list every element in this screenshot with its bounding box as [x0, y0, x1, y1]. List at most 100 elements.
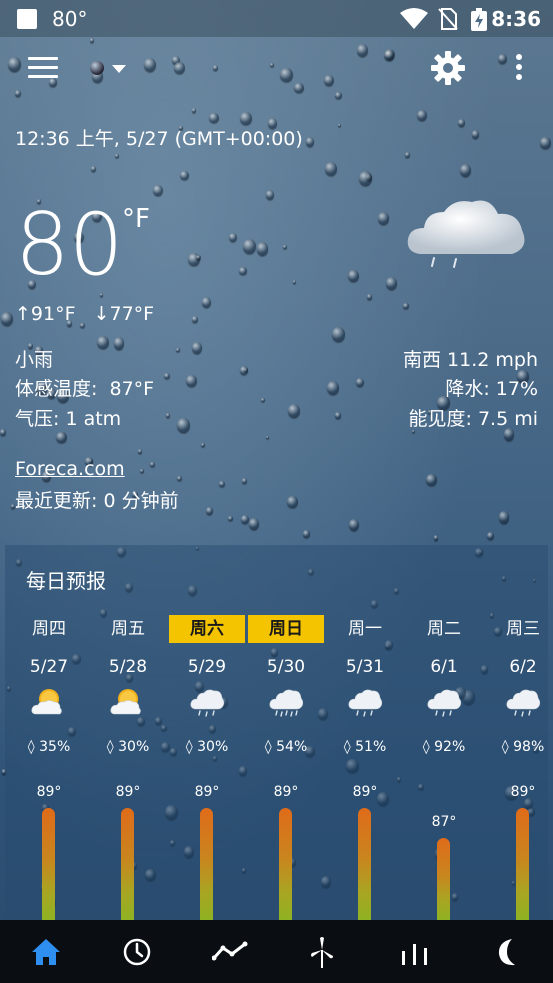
low-temp-group: ↓77°F: [94, 303, 155, 325]
forecast-day-precip: ◊ 35%: [11, 739, 87, 755]
trend-icon[interactable]: [212, 934, 248, 970]
forecast-title: 每日预报: [26, 569, 106, 593]
forecast-day-name: 周三: [506, 619, 540, 639]
pressure: 气压: 1 atm: [15, 408, 122, 430]
forecast-day-precip: ◊ 54%: [248, 739, 324, 755]
forecast-day-name: 周六: [169, 615, 245, 643]
clock-icon[interactable]: [119, 934, 155, 970]
forecast-temp-bar: [279, 808, 292, 920]
forecast-day-date: 6/1: [430, 657, 458, 677]
forecast-temp-bar: [437, 838, 450, 920]
raindrop-icon: ◊: [264, 739, 272, 755]
arrow-down-icon: ↓: [93, 303, 110, 325]
chevron-down-icon[interactable]: [112, 65, 126, 73]
forecast-day[interactable]: 周五 5/28 ◊ 30% 89°: [90, 615, 166, 920]
menu-icon[interactable]: [28, 57, 58, 79]
feels-like-value: 87°F: [109, 378, 155, 400]
forecast-temp-bar: [516, 808, 529, 920]
forecast-day-name: 周一: [348, 619, 382, 639]
precipitation: 降水: 17%: [445, 378, 538, 400]
forecast-day[interactable]: 周四 5/27 ◊ 35% 89°: [11, 615, 87, 920]
status-bar: 80° 8:36: [0, 0, 553, 37]
observation-datetime: 12:36 上午, 5/27 (GMT+00:00): [15, 128, 303, 150]
partly-cloudy-sun-icon: [31, 687, 67, 717]
no-sim-icon: [438, 8, 458, 30]
current-temperature: 80: [15, 195, 123, 295]
home-icon[interactable]: [28, 934, 64, 970]
feels-like: 体感温度: 87°F: [15, 374, 154, 401]
wifi-icon: [400, 8, 428, 29]
forecast-day-precip-value: 92%: [434, 739, 466, 755]
raindrop-icon: ◊: [185, 739, 193, 755]
forecast-day-precip: ◊ 92%: [406, 739, 482, 755]
location-indicator[interactable]: [90, 61, 104, 75]
cloud-light-rain-icon: [189, 687, 225, 717]
forecast-day-name: 周四: [32, 619, 66, 639]
cloud-light-rain-icon: [347, 687, 383, 717]
high-temp-group: ↑91°F: [15, 303, 76, 325]
feels-like-label: 体感温度:: [15, 378, 98, 400]
forecast-day-high: 89°: [36, 784, 62, 800]
more-options-icon[interactable]: [514, 54, 524, 84]
last-updated: 最近更新: 0 分钟前: [15, 490, 179, 512]
forecast-day-high: 89°: [194, 784, 220, 800]
moon-icon[interactable]: [490, 934, 526, 970]
forecast-day-precip-value: 98%: [513, 739, 545, 755]
battery-charging-icon: [471, 8, 487, 31]
high-temp: 91°F: [30, 303, 76, 325]
source-link[interactable]: Foreca.com: [15, 458, 125, 480]
raindrop-icon: ◊: [27, 739, 35, 755]
forecast-day-name: 周日: [248, 615, 324, 643]
cloud-light-rain-icon: [505, 687, 541, 717]
forecast-temp-bar: [121, 808, 134, 920]
raindrop-icon: ◊: [343, 739, 351, 755]
raindrop-icon: ◊: [422, 739, 430, 755]
forecast-day[interactable]: 周日 5/30 ◊ 54% 89°: [248, 615, 324, 920]
forecast-day-high: 89°: [273, 784, 299, 800]
forecast-day-date: 5/30: [266, 657, 306, 677]
cloud-light-rain-icon: [426, 687, 462, 717]
cloud-light-rain-icon: [407, 200, 525, 268]
wind-turbine-icon[interactable]: [304, 934, 340, 970]
forecast-day[interactable]: 周三 6/2 ◊ 98% 89°: [485, 615, 553, 920]
forecast-days: 周四 5/27 ◊ 35% 89° 周五 5/28 ◊ 30% 89° 周六 5/29 ◊ 30% 8…: [0, 615, 553, 920]
status-temp: 80°: [52, 7, 88, 31]
forecast-day-date: 6/2: [509, 657, 537, 677]
raindrop-icon: ◊: [501, 739, 509, 755]
status-time: 8:36: [491, 7, 541, 31]
forecast-day-name: 周五: [111, 619, 145, 639]
forecast-day-high: 89°: [352, 784, 378, 800]
low-temp: 77°F: [109, 303, 155, 325]
notification-icon: [17, 9, 37, 29]
temperature-unit: °F: [122, 204, 150, 234]
bottom-navigation: [0, 920, 553, 983]
gear-icon[interactable]: [431, 51, 465, 85]
bar-chart-icon[interactable]: [397, 934, 433, 970]
visibility: 能见度: 7.5 mi: [408, 408, 538, 430]
forecast-day[interactable]: 周一 5/31 ◊ 51% 89°: [327, 615, 403, 920]
forecast-day-date: 5/27: [29, 657, 69, 677]
forecast-day-precip-value: 30%: [118, 739, 150, 755]
arrow-up-icon: ↑: [15, 303, 31, 325]
forecast-day-precip: ◊ 30%: [90, 739, 166, 755]
forecast-day[interactable]: 周二 6/1 ◊ 92% 87°: [406, 615, 482, 920]
forecast-day-precip-value: 51%: [355, 739, 387, 755]
forecast-day-name: 周二: [427, 619, 461, 639]
forecast-day-date: 5/29: [187, 657, 227, 677]
toolbar: [0, 37, 553, 99]
forecast-day-precip: ◊ 30%: [169, 739, 245, 755]
forecast-day-precip-value: 54%: [276, 739, 308, 755]
forecast-day-precip-value: 35%: [39, 739, 71, 755]
forecast-day-date: 5/28: [108, 657, 148, 677]
forecast-day-precip: ◊ 98%: [485, 739, 553, 755]
forecast-day-high: 87°: [431, 814, 457, 830]
forecast-temp-bar: [42, 808, 55, 920]
forecast-temp-bar: [358, 808, 371, 920]
forecast-day-date: 5/31: [345, 657, 385, 677]
wind: 南西 11.2 mph: [403, 349, 538, 371]
partly-cloudy-sun-icon: [110, 687, 146, 717]
forecast-day-high: 89°: [115, 784, 141, 800]
forecast-day[interactable]: 周六 5/29 ◊ 30% 89°: [169, 615, 245, 920]
cloud-rain-icon: [268, 687, 304, 717]
forecast-day-high: 89°: [510, 784, 536, 800]
